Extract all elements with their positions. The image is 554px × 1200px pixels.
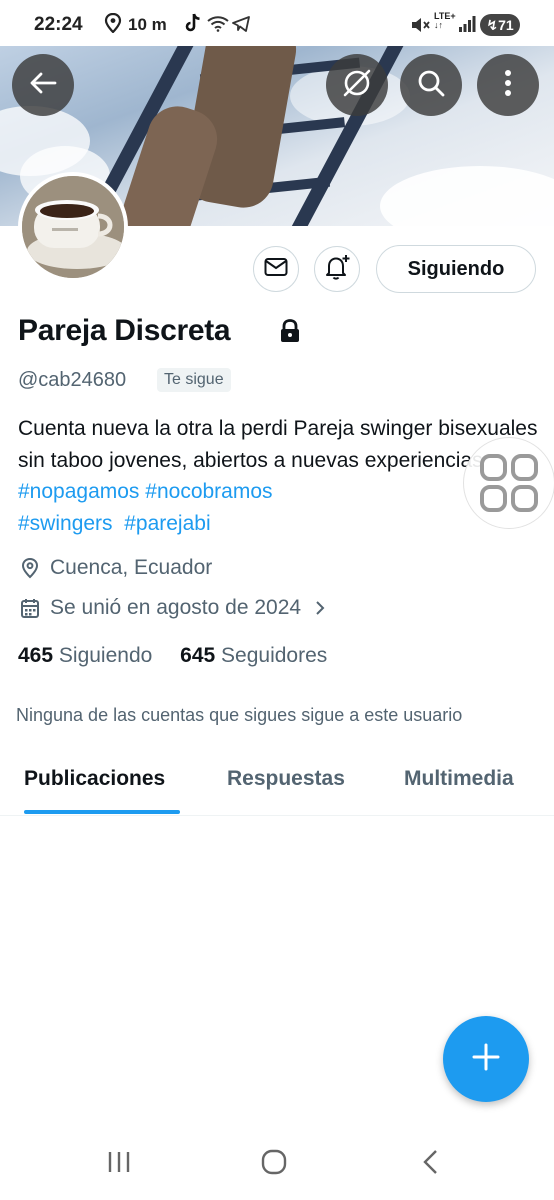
tab-publicaciones[interactable]: Publicaciones [24, 767, 165, 791]
tab-respuestas[interactable]: Respuestas [227, 767, 345, 791]
profile-bio: Cuenta nueva la otra la perdi Pareja swi… [18, 413, 538, 539]
search-icon [416, 68, 446, 103]
profile-location: Cuenca, Ecuador [20, 556, 212, 580]
profile-name: Pareja Discreta [18, 314, 231, 347]
avatar[interactable] [18, 172, 128, 282]
following-stat[interactable]: 465 Siguiendo [18, 644, 152, 667]
calendar-icon [20, 597, 40, 619]
battery-indicator: ↯71 [480, 14, 520, 36]
hashtag-link[interactable]: #parejabi [124, 512, 210, 535]
notifications-button[interactable] [314, 246, 360, 292]
search-button[interactable] [400, 54, 462, 116]
profile-handle: @cab24680 [18, 369, 127, 391]
chevron-right-icon [315, 600, 325, 616]
hashtag-link[interactable]: #nopagamos [18, 480, 139, 503]
grid-icon [479, 453, 539, 518]
arrow-left-icon [29, 71, 57, 100]
chevron-left-icon [421, 1148, 439, 1181]
telegram-icon [232, 16, 250, 37]
location-text: Cuenca, Ecuador [50, 556, 213, 579]
system-navigation-bar [0, 1128, 554, 1200]
network-type: LTE+ ↓↑ [434, 11, 456, 30]
bell-plus-icon [323, 253, 351, 286]
profile-joined[interactable]: Se unió en agosto de 2024 [20, 596, 325, 620]
profile-tabs: Publicaciones Respuestas Multimedia [0, 755, 554, 816]
plus-icon [471, 1042, 501, 1077]
following-label: Siguiendo [58, 644, 153, 667]
active-tab-indicator [24, 810, 180, 814]
hashtag-link[interactable]: #nocobramos [145, 480, 272, 503]
status-time: 22:24 [34, 14, 83, 35]
lock-icon [279, 319, 301, 348]
followers-count: 645 [180, 644, 216, 667]
compose-button[interactable] [443, 1016, 529, 1102]
recent-apps-button[interactable] [99, 1148, 139, 1180]
joined-text: Se unió en agosto de 2024 [50, 596, 302, 619]
status-bar: 22:24 10 m LTE+ ↓↑ ↯71 [0, 0, 554, 46]
tiktok-icon [184, 13, 202, 38]
mutual-followers-note: Ninguna de las cuentas que sigues sigue … [16, 705, 463, 725]
home-icon [260, 1148, 288, 1181]
message-button[interactable] [253, 246, 299, 292]
following-count: 465 [18, 644, 54, 667]
mail-icon [264, 257, 288, 282]
follows-you-badge: Te sigue [157, 368, 231, 392]
profile-stats: 465 Siguiendo 645 Seguidores [18, 644, 327, 668]
followers-stat[interactable]: 645 Seguidores [180, 644, 327, 667]
status-distance: 10 m [128, 15, 167, 34]
following-button[interactable]: Siguiendo [376, 245, 536, 293]
home-button[interactable] [254, 1148, 294, 1180]
recent-apps-icon [106, 1150, 132, 1179]
mute-icon [410, 16, 430, 39]
grok-button[interactable] [326, 54, 388, 116]
more-button[interactable] [477, 54, 539, 116]
location-pin-icon [104, 12, 122, 38]
wifi-icon [207, 16, 229, 37]
signal-icon [458, 16, 476, 37]
floating-grid-button[interactable] [463, 437, 554, 529]
system-back-button[interactable] [410, 1148, 450, 1180]
tab-multimedia[interactable]: Multimedia [404, 767, 514, 791]
hashtag-link[interactable]: #swingers [18, 512, 113, 535]
location-icon [20, 557, 40, 579]
more-vertical-icon [504, 69, 512, 102]
back-button[interactable] [12, 54, 74, 116]
slash-circle-icon [341, 67, 373, 104]
bio-text: Cuenta nueva la otra la perdi Pareja swi… [18, 417, 538, 472]
followers-label: Seguidores [221, 644, 328, 667]
